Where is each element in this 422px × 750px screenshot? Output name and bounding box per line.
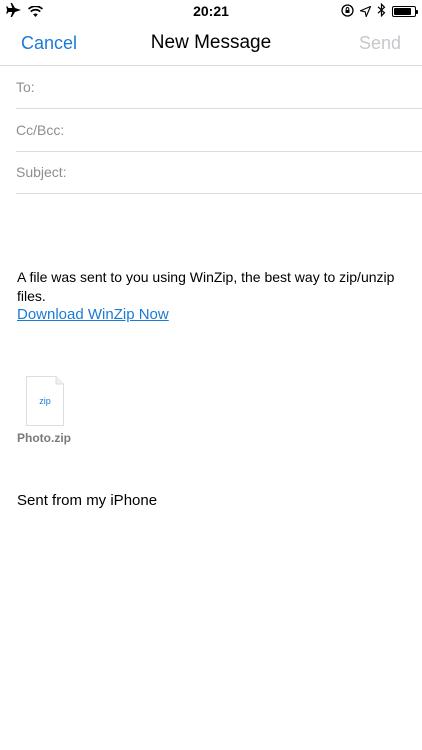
attachment-filename: Photo.zip: [17, 431, 71, 445]
subject-label: Subject:: [16, 164, 67, 180]
to-input[interactable]: [40, 79, 422, 95]
signature: Sent from my iPhone: [17, 492, 158, 509]
message-body-text: A file was sent to you using WinZip, the…: [17, 269, 395, 304]
nav-bar: Cancel New Message Send: [0, 22, 422, 66]
attachment[interactable]: zip Photo.zip: [17, 376, 77, 445]
to-label: To:: [16, 79, 35, 95]
zip-file-icon: zip: [26, 376, 64, 426]
cc-bcc-field[interactable]: Cc/Bcc:: [16, 109, 422, 152]
send-button[interactable]: Send: [359, 33, 401, 54]
download-winzip-link[interactable]: Download WinZip Now: [17, 306, 169, 323]
location-icon: [358, 4, 372, 20]
status-bar: 20:21: [0, 0, 422, 22]
subject-input[interactable]: [72, 164, 422, 180]
file-extension: zip: [39, 396, 51, 406]
bluetooth-icon: [377, 2, 386, 20]
subject-field[interactable]: Subject:: [16, 151, 422, 194]
battery-icon: [392, 6, 418, 17]
cc-bcc-label: Cc/Bcc:: [16, 122, 65, 138]
cc-bcc-input[interactable]: [70, 122, 422, 138]
to-field[interactable]: To:: [16, 66, 422, 109]
orientation-lock-icon: [341, 3, 354, 20]
